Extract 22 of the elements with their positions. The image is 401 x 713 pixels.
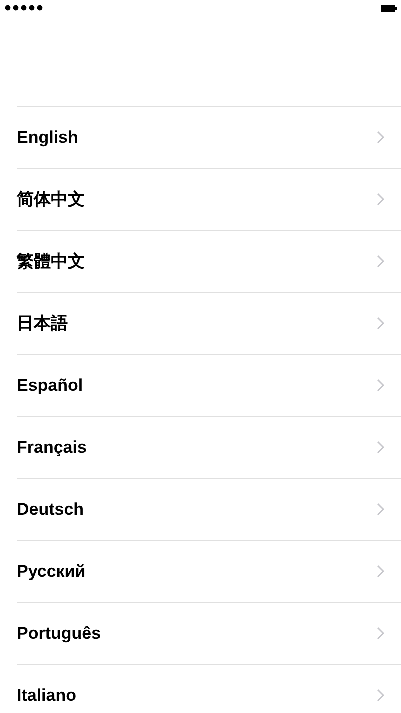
language-item[interactable]: Русский xyxy=(17,541,401,603)
language-item[interactable]: Português xyxy=(17,603,401,665)
language-item[interactable]: 繁體中文 xyxy=(17,231,401,293)
language-item[interactable]: Français xyxy=(17,417,401,479)
chevron-icon xyxy=(377,193,385,206)
signal-icon xyxy=(5,5,45,11)
chevron-icon xyxy=(377,379,385,392)
battery-icon xyxy=(381,4,397,12)
chevron-icon xyxy=(377,131,385,144)
language-item[interactable]: 日本語 xyxy=(17,293,401,355)
language-item[interactable]: Italiano xyxy=(17,665,401,713)
chevron-icon xyxy=(377,441,385,454)
chevron-icon xyxy=(377,317,385,330)
chevron-icon xyxy=(377,255,385,268)
language-item[interactable]: English xyxy=(17,107,401,169)
language-item[interactable]: Deutsch xyxy=(17,479,401,541)
language-item[interactable]: 简体中文 xyxy=(17,169,401,231)
language-item[interactable]: Español xyxy=(17,355,401,417)
chevron-icon xyxy=(377,503,385,516)
chevron-icon xyxy=(377,627,385,640)
chevron-icon xyxy=(377,689,385,702)
chevron-icon xyxy=(377,565,385,578)
